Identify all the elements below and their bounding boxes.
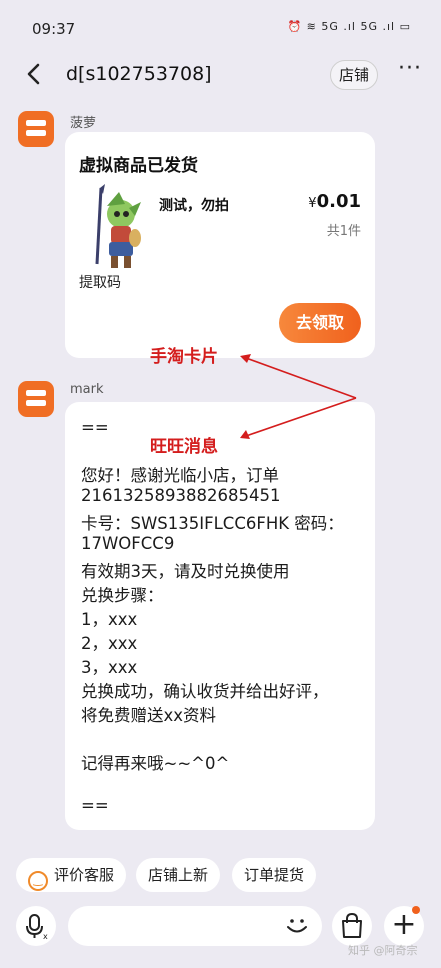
annotation-arrows [240, 354, 357, 439]
smile-icon: ‿ [27, 871, 48, 891]
emoji-icon[interactable] [284, 914, 310, 938]
shopping-bag-icon [342, 912, 362, 938]
shop-bag-button[interactable] [332, 906, 372, 946]
svg-text:x: x [43, 932, 48, 941]
quick-action-label: 订单提货 [243, 866, 304, 884]
quick-action-rate-service[interactable]: ‿ 评价客服 [16, 858, 126, 892]
microphone-icon: x [26, 914, 48, 941]
quick-action-label: 评价客服 [53, 866, 114, 884]
quick-action-label: 店铺上新 [147, 866, 208, 884]
voice-button[interactable]: x [16, 906, 56, 946]
quick-action-order-pickup[interactable]: 订单提货 [232, 858, 316, 892]
watermark: 知乎 @阿奇宗 [348, 944, 418, 957]
message-input[interactable] [68, 906, 322, 946]
notification-dot [412, 906, 420, 914]
quick-action-new-arrivals[interactable]: 店铺上新 [136, 858, 220, 892]
